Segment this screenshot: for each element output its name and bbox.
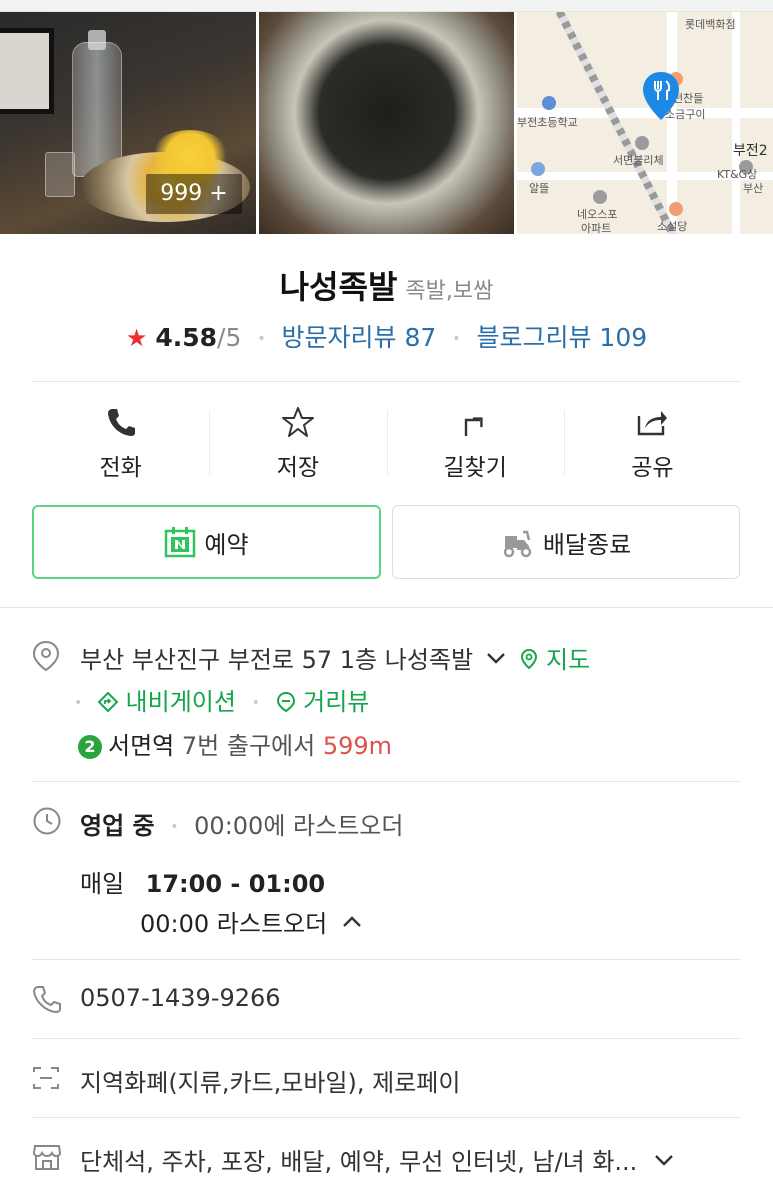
separator-dot: • xyxy=(74,695,83,711)
payment-icon xyxy=(33,1067,59,1089)
location-icon xyxy=(32,640,60,672)
hours-time: 17:00 - 01:00 xyxy=(145,870,326,898)
amenities-text: 단체석, 주차, 포장, 배달, 예약, 무선 인터넷, 남/녀 화... xyxy=(80,1148,638,1176)
map-label: 아파트 xyxy=(581,222,612,234)
place-name: 나성족발 xyxy=(279,268,398,306)
place-category: 족발,보쌈 xyxy=(405,279,494,304)
visitor-reviews-link[interactable]: 방문자리뷰 87 xyxy=(282,323,437,352)
delivery-label: 배달종료 xyxy=(542,530,632,559)
map-label: 롯데백화점 xyxy=(685,18,736,31)
chevron-down-icon[interactable] xyxy=(485,650,507,666)
photo-count-badge[interactable]: 999 + xyxy=(146,174,242,214)
open-status: 영업 중 xyxy=(80,812,155,840)
shop-icon xyxy=(531,162,545,176)
share-icon xyxy=(638,411,668,436)
photo-strip: 999 + 롯데백화점 부전초등학교 서면블리체 알뜰 네오스포 아파트 소설당… xyxy=(0,12,773,234)
photo-food-bottle[interactable]: 999 + xyxy=(0,12,256,234)
phone-number[interactable]: 0507-1439-9266 xyxy=(80,984,281,1012)
directions-button[interactable]: 길찾기 xyxy=(386,400,564,488)
map-label: 부전초등학교 xyxy=(517,116,578,129)
subway-line-badge: 2 xyxy=(78,735,102,759)
map-pin-small-icon xyxy=(521,648,538,670)
payment-methods: 지역화폐(지류,카드,모바일), 제로페이 xyxy=(80,1069,461,1097)
section-divider xyxy=(0,607,773,608)
divider xyxy=(32,1038,741,1039)
photo-detail xyxy=(0,28,54,114)
blog-reviews-link[interactable]: 블로그리뷰 109 xyxy=(476,323,647,352)
photo-bowl[interactable] xyxy=(259,12,514,234)
rating-max: /5 xyxy=(217,323,242,352)
map-thumbnail[interactable]: 롯데백화점 부전초등학교 서면블리체 알뜰 네오스포 아파트 소설당 부전2 K… xyxy=(517,12,773,234)
call-label: 전화 xyxy=(99,455,142,481)
divider xyxy=(32,959,741,960)
rating-row: ★ 4.58/5 • 방문자리뷰 87 • 블로그리뷰 109 xyxy=(0,318,773,354)
call-button[interactable]: 전화 xyxy=(32,400,209,488)
streetview-link[interactable]: 거리뷰 xyxy=(303,688,369,716)
chevron-down-icon[interactable] xyxy=(653,1152,675,1168)
naver-reserve-icon xyxy=(165,527,196,558)
clock-icon xyxy=(33,807,61,835)
divider xyxy=(32,1117,741,1118)
building-icon xyxy=(635,136,649,150)
directions-icon xyxy=(464,417,483,436)
divider xyxy=(32,781,741,782)
delivery-button[interactable]: 배달종료 xyxy=(392,505,740,579)
reserve-label: 예약 xyxy=(204,530,249,559)
separator-dot: • xyxy=(170,819,179,835)
photo-detail xyxy=(45,152,75,197)
map-link[interactable]: 지도 xyxy=(546,646,590,674)
building-icon xyxy=(593,190,607,204)
address-links-row: • 내비게이션 • 거리뷰 xyxy=(74,682,369,717)
last-order-note: 00:00에 라스트오더 xyxy=(194,812,404,840)
map-label: 소설당 xyxy=(657,220,688,233)
address-row: 부산 부산진구 부전로 57 1층 나성족발 지도 xyxy=(80,640,590,675)
save-label: 저장 xyxy=(276,455,320,481)
streetview-icon xyxy=(276,691,295,713)
divider xyxy=(32,381,741,382)
star-icon xyxy=(281,407,314,437)
hours-day: 매일 xyxy=(80,870,125,898)
map-pin-icon xyxy=(643,72,679,120)
status-strip xyxy=(0,0,773,12)
hours-status-row[interactable]: 영업 중 • 00:00에 라스트오더 xyxy=(80,806,403,841)
restaurant-icon xyxy=(669,202,683,216)
map-label: 부산 xyxy=(743,182,764,195)
save-button[interactable]: 저장 xyxy=(209,400,386,488)
station-exit: 7번 출구에서 xyxy=(181,732,316,760)
rating-score: 4.58 xyxy=(155,323,218,352)
share-label: 공유 xyxy=(631,455,674,481)
action-bar: 전화 저장 길찾기 공유 xyxy=(32,400,741,488)
rating-star-icon: ★ xyxy=(125,324,148,352)
navigation-icon xyxy=(97,691,119,713)
map-label: 알뜰 xyxy=(529,182,550,195)
map-road xyxy=(667,12,677,234)
subway-row: 2 서면역 7번 출구에서 599m xyxy=(78,726,392,761)
separator-dot: • xyxy=(251,695,260,711)
map-label: 부전2 xyxy=(733,143,768,159)
store-icon xyxy=(32,1145,62,1170)
place-header: 나성족발 족발,보쌈 xyxy=(0,262,773,308)
navigation-link[interactable]: 내비게이션 xyxy=(126,688,236,716)
station-distance: 599m xyxy=(322,732,393,760)
delivery-scooter-icon xyxy=(503,530,532,558)
share-button[interactable]: 공유 xyxy=(563,400,741,488)
hours-detail-row: 매일 17:00 - 01:00 xyxy=(80,864,325,899)
station-name: 서면역 xyxy=(108,732,175,760)
map-road xyxy=(732,12,740,234)
chevron-up-icon[interactable] xyxy=(341,914,363,930)
address-text: 부산 부산진구 부전로 57 1층 나성족발 xyxy=(80,646,474,674)
phone-icon xyxy=(107,409,135,436)
amenities-row[interactable]: 단체석, 주차, 포장, 배달, 예약, 무선 인터넷, 남/녀 화... xyxy=(80,1142,675,1177)
photo-detail xyxy=(72,42,122,177)
phone-outline-icon xyxy=(33,986,61,1013)
map-label: 서면블리체 xyxy=(613,154,664,167)
hours-last-order: 00:00 라스트오더 xyxy=(140,910,328,938)
directions-label: 길찾기 xyxy=(443,455,507,481)
hours-last-order-row: 00:00 라스트오더 xyxy=(140,904,363,939)
separator-dot: • xyxy=(452,331,461,347)
reserve-button[interactable]: 예약 xyxy=(32,505,381,579)
separator-dot: • xyxy=(257,331,266,347)
school-icon xyxy=(542,96,556,110)
